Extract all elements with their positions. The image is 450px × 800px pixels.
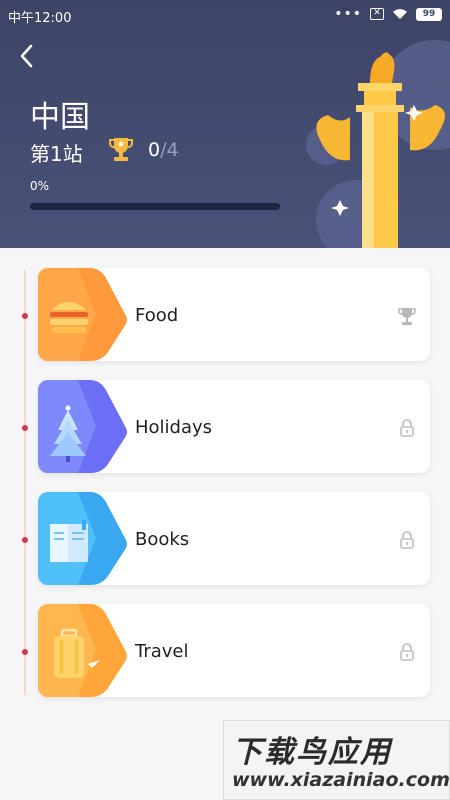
timeline-dot	[22, 649, 28, 655]
topic-label: Travel	[135, 641, 189, 662]
status-icons: ••• ✕ 99	[334, 6, 442, 22]
topic-card-travel[interactable]: Travel	[38, 604, 430, 697]
score-done: 0	[148, 139, 161, 161]
score-counter: 0/4	[148, 139, 179, 161]
more-dots-icon: •••	[334, 6, 362, 22]
book-icon	[38, 492, 127, 585]
huabiao-pillar-illustration	[316, 52, 445, 248]
trophy-icon	[398, 308, 416, 325]
suitcase-icon	[38, 604, 127, 697]
topic-card-books[interactable]: Books	[38, 492, 430, 585]
status-time: 中午12:00	[8, 11, 72, 26]
topic-label: Food	[135, 305, 179, 326]
timeline-line	[24, 270, 26, 695]
station-label: 第1站	[30, 142, 83, 166]
watermark-url: www.xiazainiao.com	[232, 769, 450, 791]
wifi-icon	[393, 9, 407, 19]
page-title: 中国	[30, 100, 90, 135]
score-total: 4	[166, 139, 179, 161]
lock-icon	[400, 531, 414, 549]
timeline-dot	[22, 537, 28, 543]
progress-bar	[30, 203, 280, 210]
lock-icon	[400, 419, 414, 437]
watermark-badge: 下载鸟应用 www.xiazainiao.com	[223, 720, 450, 800]
topic-card-holidays[interactable]: Holidays	[38, 380, 430, 473]
topic-card-food[interactable]: Food	[38, 268, 430, 361]
watermark-title: 下载鸟应用	[232, 735, 392, 770]
lock-icon	[400, 643, 414, 661]
progress-percent: 0%	[30, 179, 50, 193]
status-bar: 中午12:00 ••• ✕ 99	[0, 0, 450, 30]
no-sim-icon: ✕	[370, 8, 384, 20]
timeline-dot	[22, 425, 28, 431]
timeline-dot	[22, 313, 28, 319]
header-banner: 中午12:00 ••• ✕ 99 中国 第1站 0/4 0%	[0, 0, 450, 248]
trophy-icon	[109, 138, 133, 161]
topic-label: Books	[135, 529, 190, 550]
topic-label: Holidays	[135, 417, 213, 438]
burger-icon	[38, 268, 127, 361]
battery-icon: 99	[416, 7, 442, 21]
christmas-tree-icon	[38, 380, 127, 473]
back-arrow-icon[interactable]	[14, 40, 42, 72]
